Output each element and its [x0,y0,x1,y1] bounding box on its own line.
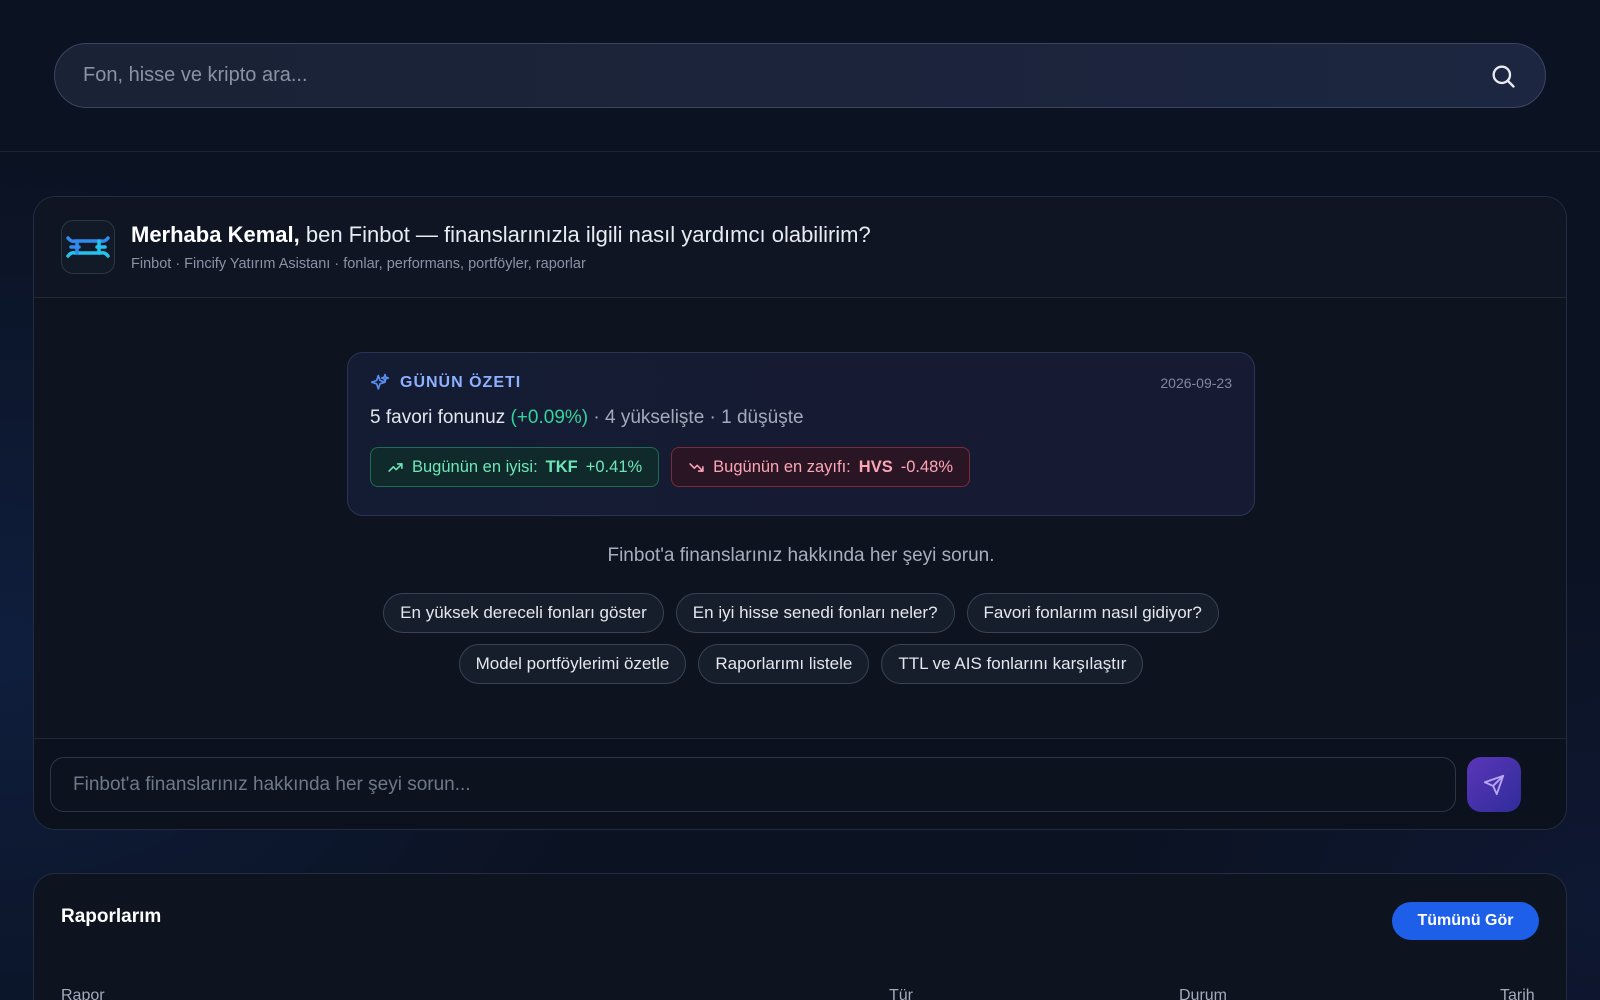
sparkle-icon [370,373,390,390]
chat-hint: Finbot'a finanslarınız hakkında her şeyi… [607,545,995,566]
greeting-text: ben Finbot — finanslarınızla ilgili nası… [299,222,871,247]
chat-header: Merhaba Kemal, ben Finbot — finanslarını… [34,197,1566,298]
suggestion-chip[interactable]: TTL ve AIS fonlarını karşılaştır [881,644,1144,684]
greeting-name: Merhaba Kemal, [131,222,300,247]
suggestion-chip[interactable]: En yüksek dereceli fonları göster [383,593,664,633]
send-icon [1483,774,1505,795]
column-header-date[interactable]: Tarih [1500,987,1535,1000]
best-symbol: TKF [545,457,578,476]
favorites-text: 5 favori fonunuz [370,407,511,428]
favorites-summary: 5 favori fonunuz (+0.09%) · 4 yükselişte… [370,407,1232,429]
summary-title: GÜNÜN ÖZETI [400,374,522,391]
top-bar [0,0,1600,152]
summary-chips: Bugünün en iyisi: TKF +0.41% Bugünün en … [370,447,1232,487]
best-fund-chip[interactable]: Bugünün en iyisi: TKF +0.41% [370,447,660,487]
summary-date: 2026-09-23 [1160,375,1232,391]
suggestion-row: En yüksek dereceli fonları göster En iyi… [34,593,1566,633]
summary-header: GÜNÜN ÖZETI 2026-09-23 [370,373,1232,393]
suggestion-chip[interactable]: Raporlarımı listele [698,644,870,684]
search-icon[interactable] [1489,62,1517,90]
suggestion-chip[interactable]: Model portföylerimi özetle [458,644,687,684]
worst-change: -0.48% [900,457,953,476]
search-bar[interactable] [54,43,1546,108]
trending-up-icon [388,462,403,472]
suggestion-chip[interactable]: En iyi hisse senedi fonları neler? [675,593,955,633]
chat-composer [34,738,1566,829]
finbot-avatar [61,220,115,274]
suggestion-row: Model portföylerimi özetle Raporlarımı l… [34,644,1566,684]
suggestion-chip[interactable]: Favori fonlarım nasıl gidiyor? [966,593,1219,633]
worst-label: Bugünün en zayıfı: [713,457,851,476]
worst-symbol: HVS [858,457,893,476]
send-button[interactable] [1467,757,1521,812]
chat-header-text: Merhaba Kemal, ben Finbot — finanslarını… [131,222,871,272]
reports-panel: Raporlarım Tümünü Gör Rapor Tür Durum Ta… [33,873,1567,1000]
column-header-type[interactable]: Tür [889,987,913,1000]
greeting: Merhaba Kemal, ben Finbot — finanslarını… [131,222,871,248]
view-all-button[interactable]: Tümünü Gör [1392,902,1539,940]
trending-down-icon [689,462,704,472]
worst-fund-chip[interactable]: Bugünün en zayıfı: HVS -0.48% [671,447,970,487]
favorites-change: (+0.09%) [510,407,589,428]
favorites-stats: · 4 yükselişte · 1 düşüşte [588,407,804,428]
column-header-report[interactable]: Rapor [61,987,105,1000]
chat-message-input[interactable] [50,757,1456,812]
finbot-logo-icon [66,236,110,258]
assistant-subtitle: Finbot · Fincify Yatırım Asistanı · fonl… [131,256,586,272]
best-label: Bugünün en iyisi: [412,457,538,476]
best-change: +0.41% [585,457,643,476]
column-header-status[interactable]: Durum [1179,987,1227,1000]
search-input[interactable] [83,64,1489,87]
finbot-chat-panel: Merhaba Kemal, ben Finbot — finanslarını… [33,196,1567,830]
reports-title: Raporlarım [61,906,162,927]
daily-summary-card: GÜNÜN ÖZETI 2026-09-23 5 favori fonunuz … [347,352,1255,516]
